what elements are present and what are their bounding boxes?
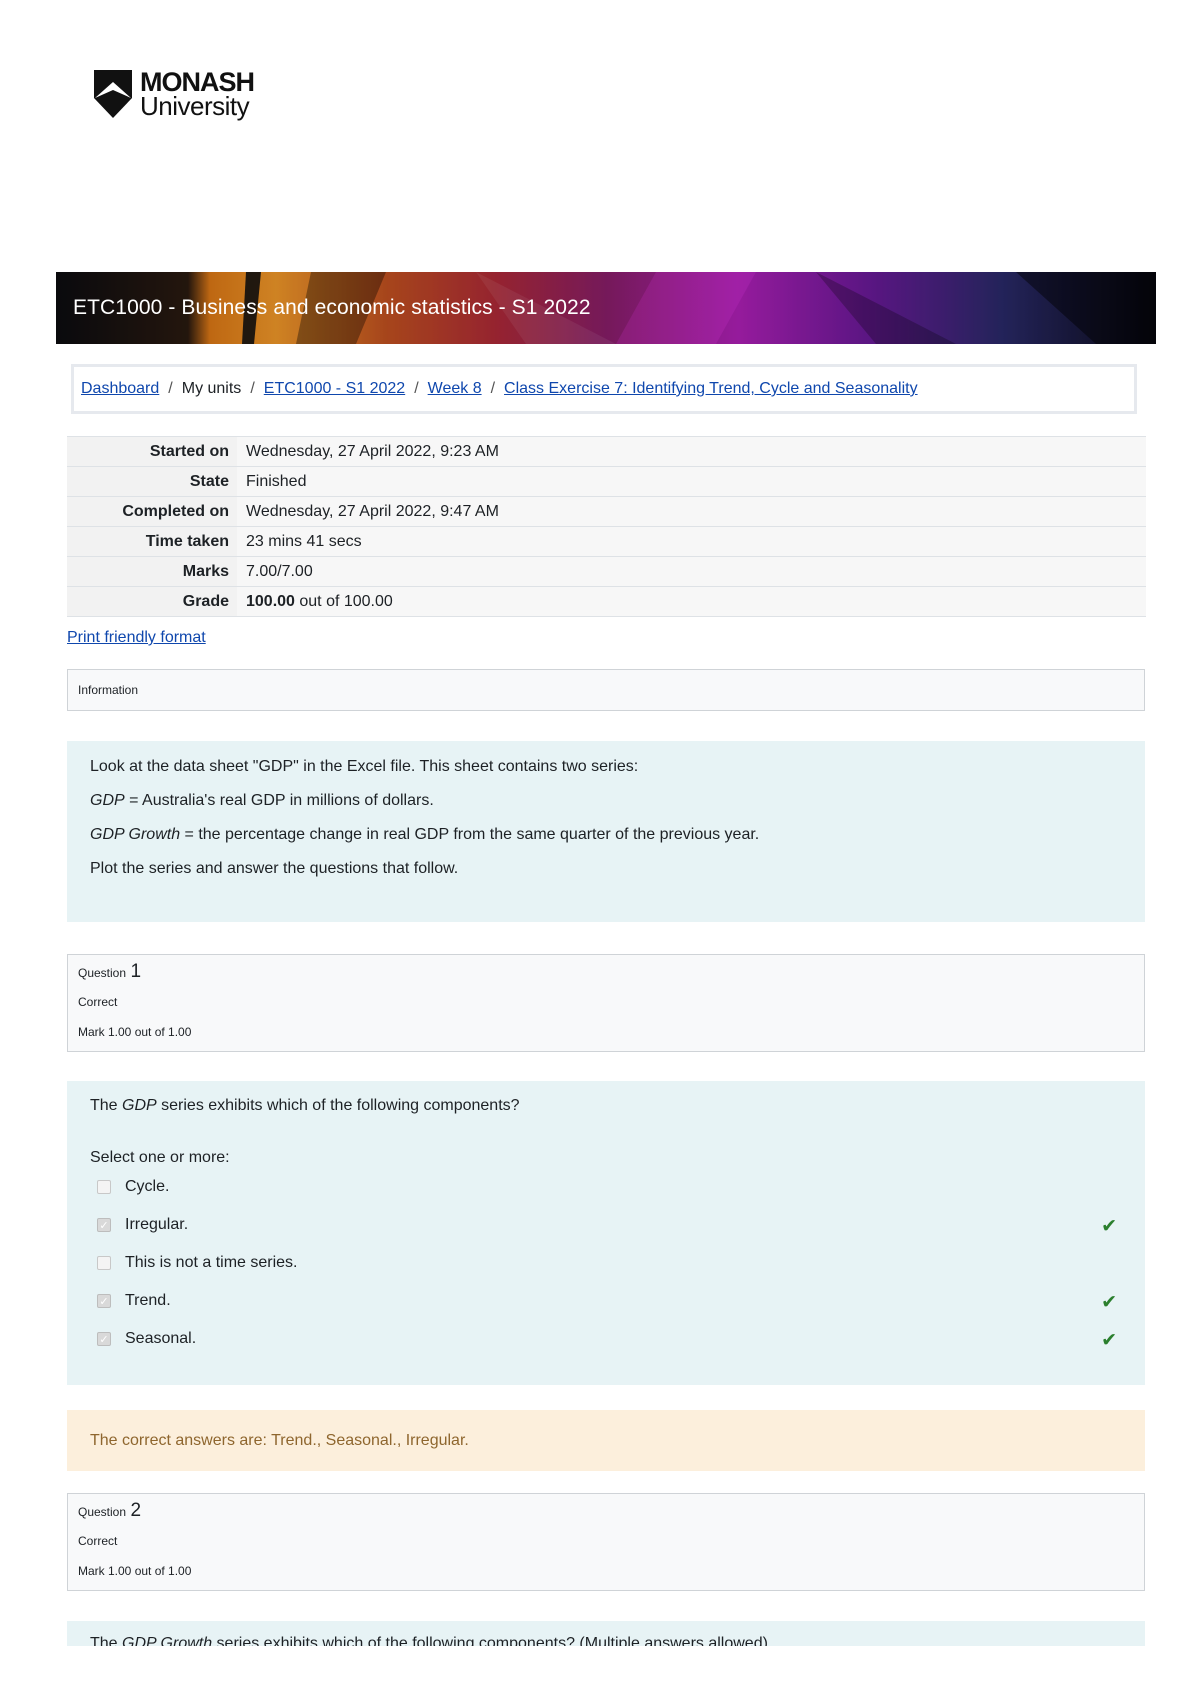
answer-option[interactable]: This is not a time series. [97,1254,298,1272]
question-text: The GDP series exhibits which of the fol… [90,1097,520,1115]
attempt-summary-table: Started on Wednesday, 27 April 2022, 9:2… [67,436,1146,617]
monash-logo[interactable]: MONASH University [90,68,255,121]
question-1-feedback: The correct answers are: Trend., Seasona… [67,1410,1145,1471]
information-header: Information [67,669,1145,711]
summary-label: Started on [67,436,237,467]
question-text-part: The [90,1635,123,1646]
grade-total: out of 100.00 [294,592,393,610]
answer-prompt: Select one or more: [90,1149,230,1166]
series-name: GDP Growth [90,826,181,843]
question-label: Question [78,966,127,980]
series-definition: = Australia's real GDP in millions of do… [124,792,434,809]
course-banner: ETC1000 - Business and economic statisti… [56,272,1156,344]
answer-option[interactable]: Irregular. [97,1216,188,1234]
print-friendly-link[interactable]: Print friendly format [67,629,206,647]
breadcrumb-separator: / [490,380,496,397]
summary-value: 100.00 out of 100.00 [237,586,1146,617]
question-text-part: series exhibits which of the following c… [212,1635,768,1646]
answer-label: Cycle. [125,1178,170,1195]
series-name: GDP [122,1097,157,1114]
summary-label: Grade [67,586,237,617]
summary-row: Started on Wednesday, 27 April 2022, 9:2… [67,436,1146,467]
answer-option[interactable]: Seasonal. [97,1330,196,1348]
summary-value: Wednesday, 27 April 2022, 9:23 AM [237,436,1146,467]
answer-label: Seasonal. [125,1330,197,1347]
summary-label: Marks [67,556,237,587]
summary-value: 23 mins 41 secs [237,526,1146,557]
question-1-info: Question 1 Correct Mark 1.00 out of 1.00 [67,954,1145,1052]
question-2-content: The GDP Growth series exhibits which of … [67,1621,1145,1646]
breadcrumb-separator: / [250,380,255,397]
summary-row: Time taken 23 mins 41 secs [67,526,1146,557]
summary-row: Completed on Wednesday, 27 April 2022, 9… [67,496,1146,527]
question-text-part: The [90,1097,123,1114]
check-icon: ✔ [1101,1215,1117,1237]
question-text: The GDP Growth series exhibits which of … [90,1635,768,1646]
question-status: Correct [78,995,118,1009]
info-line: GDP Growth = the percentage change in re… [90,826,759,844]
question-number-line: Question 2 [78,1500,141,1522]
series-definition: = the percentage change in real GDP from… [180,826,760,843]
course-title: ETC1000 - Business and economic statisti… [73,296,591,319]
info-line: Plot the series and answer the questions… [90,860,459,877]
breadcrumb-week-link[interactable]: Week 8 [428,380,482,398]
breadcrumb-dashboard-link[interactable]: Dashboard [81,380,159,398]
quiz-review-page: MONASH University ETC1000 - Business and… [0,0,1200,1697]
answer-option[interactable]: Cycle. [97,1178,169,1196]
question-text-part: series exhibits which of the following c… [156,1097,520,1114]
answer-label: Irregular. [125,1216,189,1233]
summary-row: Marks 7.00/7.00 [67,556,1146,587]
information-content: Look at the data sheet "GDP" in the Exce… [67,741,1145,922]
question-1-content: The GDP series exhibits which of the fol… [67,1081,1145,1385]
grade-score: 100.00 [246,592,295,610]
logo-wordmark-bottom: University [140,91,250,121]
question-number: 2 [130,1500,142,1521]
summary-row: Grade 100.00 out of 100.00 [67,586,1146,617]
breadcrumb-separator: / [414,380,419,397]
question-status: Correct [78,1534,118,1548]
series-name: GDP [90,792,125,809]
checkbox-icon[interactable] [97,1294,111,1308]
information-label: Information [78,683,139,697]
breadcrumb-separator: / [168,380,173,397]
correct-answers-text: The correct answers are: Trend., Seasona… [90,1431,469,1449]
breadcrumb-exercise-link[interactable]: Class Exercise 7: Identifying Trend, Cyc… [504,380,918,398]
info-line: GDP = Australia's real GDP in millions o… [90,792,434,810]
breadcrumb-unit-link[interactable]: ETC1000 - S1 2022 [264,380,405,398]
breadcrumb: Dashboard / My units / ETC1000 - S1 2022… [71,364,1137,414]
check-icon: ✔ [1101,1329,1117,1351]
summary-row: State Finished [67,466,1146,497]
shield-logo-icon [94,70,132,118]
checkbox-icon[interactable] [97,1218,111,1232]
question-mark: Mark 1.00 out of 1.00 [78,1025,192,1039]
info-line: Look at the data sheet "GDP" in the Exce… [90,758,639,775]
question-mark: Mark 1.00 out of 1.00 [78,1564,192,1578]
question-number: 1 [130,961,142,982]
summary-label: Completed on [67,496,237,527]
checkbox-icon[interactable] [97,1180,111,1194]
checkbox-icon[interactable] [97,1256,111,1270]
summary-label: Time taken [67,526,237,557]
series-name: GDP Growth [122,1635,213,1646]
summary-label: State [67,466,237,497]
answer-label: This is not a time series. [125,1254,298,1271]
check-icon: ✔ [1101,1291,1117,1313]
answer-label: Trend. [125,1292,171,1309]
breadcrumb-my-units: My units [181,380,242,397]
summary-value: Finished [237,466,1146,497]
summary-value: 7.00/7.00 [237,556,1146,587]
question-2-info: Question 2 Correct Mark 1.00 out of 1.00 [67,1493,1145,1591]
answer-option[interactable]: Trend. [97,1292,171,1310]
question-number-line: Question 1 [78,961,141,983]
checkbox-icon[interactable] [97,1332,111,1346]
question-label: Question [78,1505,127,1519]
summary-value: Wednesday, 27 April 2022, 9:47 AM [237,496,1146,527]
